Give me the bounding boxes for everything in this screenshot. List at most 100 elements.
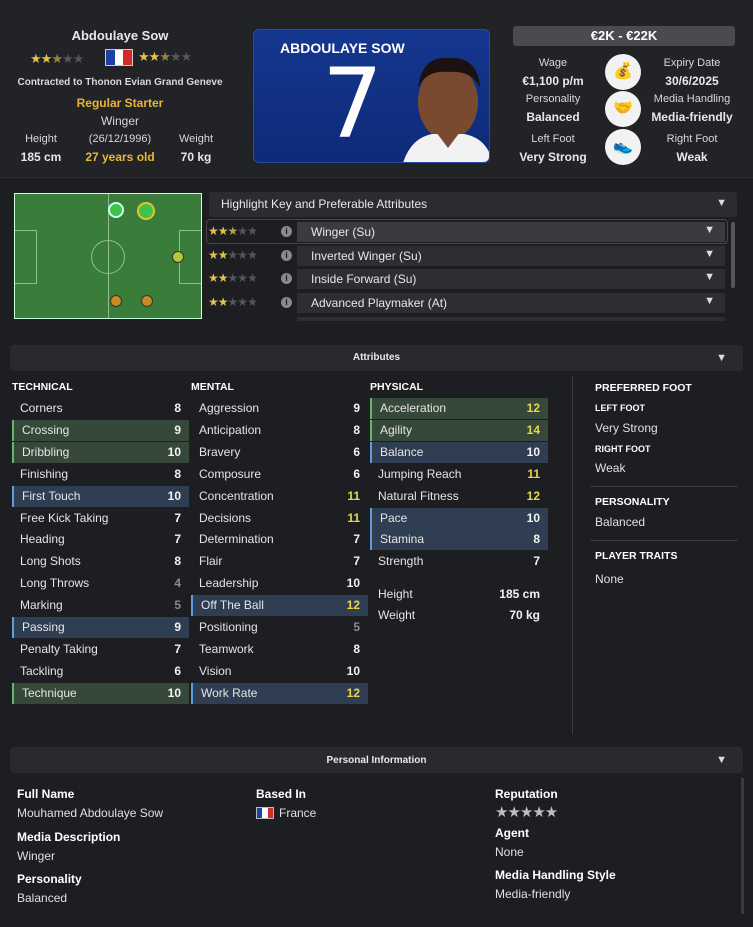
attribute-name: Dribbling: [22, 444, 70, 459]
attribute-row[interactable]: Composure 6: [191, 464, 368, 485]
attribute-row[interactable]: Marking 5: [12, 595, 189, 616]
player-profile: Abdoulaye Sow ★★★★★ ★★★★★ Contracted to …: [0, 0, 753, 927]
attribute-row[interactable]: Jumping Reach 11: [370, 464, 548, 485]
role-item[interactable]: Advanced Playmaker (At) ▼: [297, 293, 725, 313]
role-item[interactable]: Inverted Winger (Su) ▼: [297, 246, 725, 266]
attribute-row[interactable]: Natural Fitness 12: [370, 486, 548, 507]
attribute-row[interactable]: Bravery 6: [191, 442, 368, 463]
attribute-value: 10: [167, 444, 181, 459]
attribute-row[interactable]: Leadership 10: [191, 573, 368, 594]
attribute-name: Pace: [380, 510, 408, 525]
height-label: Height: [25, 133, 57, 145]
left-foot-label: Left Foot: [531, 133, 575, 145]
chevron-down-icon[interactable]: ▼: [716, 197, 727, 209]
position-dot-cm-right[interactable]: [141, 295, 153, 307]
chevron-down-icon[interactable]: ▼: [704, 248, 715, 260]
chevron-down-icon[interactable]: ▼: [704, 271, 715, 283]
roles-header[interactable]: Highlight Key and Preferable Attributes …: [209, 192, 737, 217]
chevron-down-icon[interactable]: ▼: [716, 754, 727, 766]
france-flag-icon: [256, 807, 274, 819]
attribute-row[interactable]: Acceleration 12: [370, 398, 548, 419]
role-item[interactable]: Inside Forward (Su) ▼: [297, 269, 725, 289]
position: Winger: [100, 114, 139, 128]
france-flag-icon: [105, 49, 133, 66]
role-item[interactable]: Winger (Su) ▼: [297, 222, 725, 242]
attribute-value: 8: [174, 401, 181, 415]
left-foot-value: Very Strong: [519, 150, 587, 164]
attribute-row[interactable]: Anticipation 8: [191, 420, 368, 441]
media-label: Media Handling: [653, 93, 731, 105]
boot-icon: 👟: [605, 129, 641, 165]
role-stars: ★★★★★: [208, 295, 258, 309]
info-icon[interactable]: i: [281, 297, 292, 308]
chevron-down-icon[interactable]: ▼: [716, 352, 727, 364]
attribute-row[interactable]: Penalty Taking 7: [12, 639, 189, 660]
attribute-row[interactable]: First Touch 10: [12, 485, 189, 507]
info-icon[interactable]: i: [281, 250, 292, 261]
attribute-name: Heading: [20, 532, 65, 547]
right-foot-value: Weak: [676, 150, 708, 164]
attribute-row[interactable]: Free Kick Taking 7: [12, 508, 189, 529]
attribute-name: Finishing: [20, 466, 69, 481]
attribute-row[interactable]: Teamwork 8: [191, 639, 368, 660]
position-dot-aml[interactable]: [108, 202, 124, 218]
attribute-name: Passing: [22, 620, 65, 634]
attribute-row[interactable]: Dribbling 10: [12, 441, 189, 463]
attribute-row[interactable]: Technique 10: [12, 682, 189, 704]
attribute-row[interactable]: Aggression 9: [191, 398, 368, 419]
left-foot-header: LEFT FOOT: [595, 403, 645, 413]
attributes-bar[interactable]: Attributes ▼: [10, 345, 743, 371]
attribute-row[interactable]: Positioning 5: [191, 617, 368, 638]
traits-value: None: [595, 572, 624, 586]
attribute-row[interactable]: Passing 9: [12, 617, 189, 638]
attribute-value: 12: [526, 488, 540, 503]
attribute-row[interactable]: Finishing 8: [12, 464, 189, 485]
attribute-value: 12: [346, 598, 360, 613]
page-scrollbar[interactable]: [741, 778, 744, 914]
attribute-row[interactable]: Concentration 11: [191, 486, 368, 507]
divider: [590, 540, 738, 541]
attribute-row[interactable]: Pace 10: [370, 507, 548, 529]
player-name: Abdoulaye Sow: [71, 28, 169, 43]
attribute-row[interactable]: Determination 7: [191, 529, 368, 550]
full-name-header: Full Name: [17, 787, 75, 801]
attribute-row[interactable]: Vision 10: [191, 661, 368, 682]
extra-name: Weight: [378, 608, 416, 622]
value-range: €2K - €22K: [590, 28, 658, 43]
roles-scrollbar[interactable]: [731, 222, 735, 288]
attribute-name: Acceleration: [380, 401, 447, 415]
info-icon[interactable]: i: [281, 226, 292, 237]
chevron-down-icon[interactable]: ▼: [704, 224, 715, 236]
attribute-row[interactable]: Balance 10: [370, 441, 548, 463]
attribute-row[interactable]: Flair 7: [191, 551, 368, 572]
attribute-row[interactable]: Long Throws 4: [12, 573, 189, 594]
divider: [572, 376, 573, 734]
attribute-row[interactable]: Off The Ball 12: [191, 595, 368, 617]
attribute-row[interactable]: Work Rate 12: [191, 682, 368, 704]
personality-label: Personality: [525, 93, 581, 105]
attribute-name: Concentration: [199, 488, 274, 503]
attribute-name: Aggression: [199, 401, 260, 415]
based-in-value: France: [279, 806, 317, 820]
role-label: Winger (Su): [311, 225, 376, 239]
attribute-row[interactable]: Tackling 6: [12, 661, 189, 682]
personal-info-bar[interactable]: Personal Information ▼: [10, 747, 743, 773]
attribute-row[interactable]: Stamina 8: [370, 529, 548, 551]
position-dot-amr[interactable]: [137, 202, 155, 220]
attribute-row[interactable]: Agility 14: [370, 419, 548, 441]
position-pitch[interactable]: [14, 193, 202, 319]
attribute-row[interactable]: Heading 7: [12, 529, 189, 550]
media-style-value: Media-friendly: [495, 887, 571, 901]
attribute-value: 7: [174, 641, 181, 656]
attribute-row[interactable]: Long Shots 8: [12, 551, 189, 572]
attribute-value: 7: [533, 554, 540, 569]
attribute-row[interactable]: Decisions 11: [191, 508, 368, 529]
attribute-row[interactable]: Crossing 9: [12, 419, 189, 441]
info-icon[interactable]: i: [281, 273, 292, 284]
chevron-down-icon[interactable]: ▼: [704, 295, 715, 307]
position-dot-mr[interactable]: [172, 251, 184, 263]
attribute-name: Bravery: [199, 444, 241, 459]
attribute-row[interactable]: Strength 7: [370, 551, 548, 572]
position-dot-cm-left[interactable]: [110, 295, 122, 307]
attribute-row[interactable]: Corners 8: [12, 398, 189, 419]
